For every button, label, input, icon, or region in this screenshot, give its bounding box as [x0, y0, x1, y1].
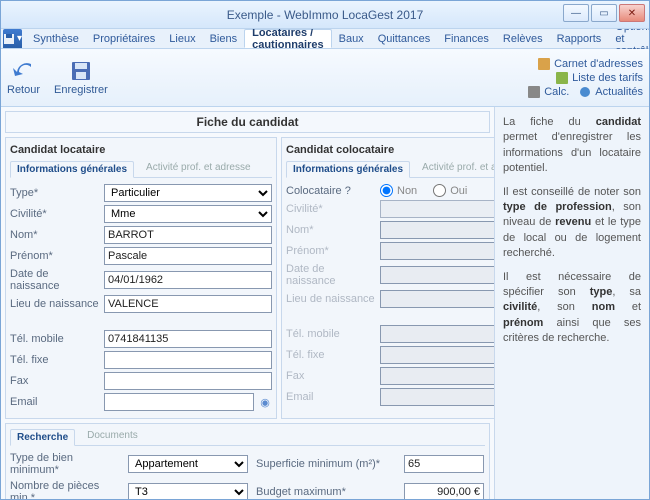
subtab-activite[interactable]: Activité prof. et adresse	[140, 160, 257, 177]
back-arrow-icon	[11, 60, 37, 82]
menutab-7[interactable]: Finances	[437, 29, 496, 48]
coloc-fax-input[interactable]	[380, 367, 494, 385]
fiche-title: Fiche du candidat	[5, 111, 490, 133]
budget-input[interactable]	[404, 483, 484, 499]
menubar: ▾ SynthèsePropriétairesLieuxBiensLocatai…	[1, 29, 649, 49]
calc-icon	[528, 86, 540, 98]
menutab-0[interactable]: Synthèse	[26, 29, 86, 48]
civilite-select[interactable]: Mme	[104, 205, 272, 223]
lob-input[interactable]	[104, 295, 272, 313]
type-select[interactable]: Particulier	[104, 184, 272, 202]
menutab-5[interactable]: Baux	[332, 29, 371, 48]
main-form-area: Fiche du candidat Candidat locataire Inf…	[1, 107, 494, 499]
coloc-dob-input[interactable]	[380, 266, 494, 284]
subtab-coloc-info[interactable]: Informations générales	[286, 161, 410, 178]
superficie-input[interactable]	[404, 455, 484, 473]
nom-input[interactable]	[104, 226, 272, 244]
menutab-6[interactable]: Quittances	[371, 29, 438, 48]
fixe-input[interactable]	[104, 351, 272, 369]
menutab-2[interactable]: Lieux	[162, 29, 202, 48]
colocataire-panel: Candidat colocataire Informations généra…	[281, 137, 494, 419]
file-menu-button[interactable]: ▾	[3, 29, 22, 48]
tab-recherche[interactable]: Recherche	[10, 429, 75, 446]
menutab-10[interactable]: Options et contrôles	[608, 29, 650, 48]
tab-documents[interactable]: Documents	[81, 428, 144, 445]
titlebar: Exemple - WebImmo LocaGest 2017 — ▭ ✕	[1, 1, 649, 29]
fax-input[interactable]	[104, 372, 272, 390]
coloc-fixe-input[interactable]	[380, 346, 494, 364]
globe-icon	[579, 86, 591, 98]
menutab-3[interactable]: Biens	[203, 29, 245, 48]
back-button[interactable]: Retour	[7, 60, 40, 96]
disk-icon	[3, 33, 15, 45]
coloc-nom-input[interactable]	[380, 221, 494, 239]
close-button[interactable]: ✕	[619, 4, 645, 22]
minimize-button[interactable]: —	[563, 4, 589, 22]
save-icon	[70, 60, 92, 82]
save-button[interactable]: Enregistrer	[54, 60, 108, 96]
tarifs-link[interactable]: Liste des tarifs	[556, 72, 643, 84]
ribbon: Retour Enregistrer Carnet d'adresses Lis…	[1, 49, 649, 107]
menutab-1[interactable]: Propriétaires	[86, 29, 162, 48]
pieces-select[interactable]: T3	[128, 483, 248, 499]
addressbook-icon	[538, 58, 550, 70]
subtab-info-generales[interactable]: Informations générales	[10, 161, 134, 178]
coloc-civilite-select[interactable]	[380, 200, 494, 218]
mobile-input[interactable]	[104, 330, 272, 348]
coloc-email-input[interactable]	[380, 388, 494, 406]
subtab-coloc-activite[interactable]: Activité prof. et adresse	[416, 160, 494, 177]
calc-link[interactable]: Calc.	[528, 86, 569, 98]
app-window: Exemple - WebImmo LocaGest 2017 — ▭ ✕ ▾ …	[0, 0, 650, 500]
type-bien-select[interactable]: Appartement	[128, 455, 248, 473]
help-sidebar: La fiche du candidat permet d'enregistre…	[494, 107, 649, 499]
actu-link[interactable]: Actualités	[579, 86, 643, 98]
maximize-button[interactable]: ▭	[591, 4, 617, 22]
window-title: Exemple - WebImmo LocaGest 2017	[227, 8, 424, 22]
locataire-title: Candidat locataire	[10, 142, 272, 160]
prenom-input[interactable]	[104, 247, 272, 265]
coloc-mobile-input[interactable]	[380, 325, 494, 343]
email-info-icon[interactable]: ◉	[258, 396, 272, 409]
colocataire-title: Candidat colocataire	[286, 142, 494, 160]
dob-input[interactable]	[104, 271, 272, 289]
recherche-panel: Recherche Documents Type de bien minimum…	[5, 423, 490, 499]
radio-oui[interactable]: Oui	[433, 184, 467, 197]
email-input[interactable]	[104, 393, 254, 411]
menutab-8[interactable]: Relèves	[496, 29, 550, 48]
radio-non[interactable]: Non	[380, 184, 417, 197]
menutab-4[interactable]: Locataires / cautionnaires	[244, 29, 332, 48]
locataire-panel: Candidat locataire Informations générale…	[5, 137, 277, 419]
coloc-prenom-input[interactable]	[380, 242, 494, 260]
addressbook-link[interactable]: Carnet d'adresses	[538, 58, 643, 70]
coloc-lob-input[interactable]	[380, 290, 494, 308]
tarifs-icon	[556, 72, 568, 84]
menutab-9[interactable]: Rapports	[550, 29, 609, 48]
